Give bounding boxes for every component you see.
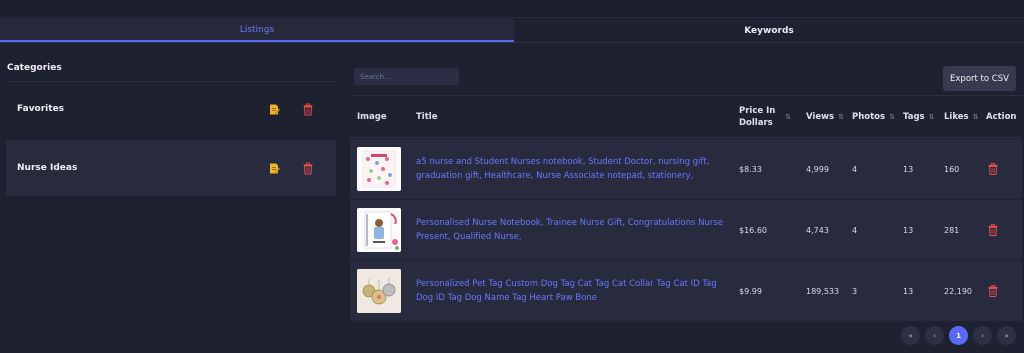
views-cell: 4,743 — [806, 225, 829, 235]
category-item-nurse-ideas[interactable]: Nurse Ideas — [6, 140, 336, 196]
likes-cell: 281 — [944, 225, 960, 235]
edit-icon[interactable] — [268, 162, 280, 175]
tags-cell: 13 — [903, 164, 914, 174]
photos-cell: 3 — [852, 286, 858, 296]
page-button-current[interactable]: 1 — [949, 326, 968, 345]
price-cell: $9.99 — [739, 286, 762, 296]
sort-icon: ⇅ — [928, 112, 935, 121]
edit-icon[interactable] — [268, 103, 280, 116]
listing-title-link[interactable]: Personalised Nurse Notebook, Trainee Nur… — [416, 216, 736, 244]
header-tags[interactable]: Tags ⇅ — [903, 96, 934, 137]
sort-icon: ⇅ — [838, 112, 844, 121]
product-thumbnail[interactable] — [357, 147, 401, 191]
category-actions — [268, 103, 314, 116]
header-photos[interactable]: Photos ⇅ — [852, 96, 895, 137]
category-label: Nurse Ideas — [17, 163, 78, 173]
table-row: Personalised Nurse Notebook, Trainee Nur… — [350, 200, 1022, 260]
listing-title-link[interactable]: a5 nurse and Student Nurses notebook, St… — [416, 155, 736, 183]
prev-page-button[interactable]: ‹ — [925, 326, 944, 345]
category-actions — [268, 162, 314, 175]
pagination: « ‹ 1 › » — [901, 326, 1016, 345]
listing-title-link[interactable]: Personalized Pet Tag Custom Dog Tag Cat … — [416, 277, 736, 305]
header-image: Image — [357, 111, 387, 122]
product-thumbnail[interactable] — [357, 208, 401, 252]
header-price[interactable]: Price In Dollars ⇅ — [739, 96, 795, 137]
categories-title: Categories — [6, 62, 336, 82]
header-title[interactable]: Title — [416, 96, 437, 137]
views-cell: 4,999 — [806, 164, 829, 174]
likes-cell: 160 — [944, 164, 960, 174]
photos-cell: 4 — [852, 164, 858, 174]
first-page-button[interactable]: « — [901, 326, 920, 345]
table-row: a5 nurse and Student Nurses notebook, St… — [350, 139, 1022, 199]
tags-cell: 13 — [903, 286, 914, 296]
category-label: Favorites — [17, 104, 65, 114]
sort-icon: ⇅ — [889, 112, 895, 121]
table-header: Image Title Price In Dollars ⇅ Views ⇅ Pho… — [350, 95, 1022, 138]
tab-bar: Listings Keywords — [0, 19, 1024, 43]
views-cell: 189,533 — [806, 286, 840, 296]
table-row: Personalized Pet Tag Custom Dog Tag Cat … — [350, 261, 1022, 321]
sort-icon: ⇅ — [785, 112, 791, 121]
trash-icon[interactable] — [987, 285, 999, 298]
trash-icon[interactable] — [302, 162, 314, 175]
listings-table: Image Title Price In Dollars ⇅ Views ⇅ Pho… — [350, 95, 1022, 321]
trash-icon[interactable] — [987, 224, 999, 237]
trash-icon[interactable] — [987, 163, 999, 176]
tab-keywords[interactable]: Keywords — [514, 19, 1024, 42]
category-item-favorites[interactable]: Favorites — [6, 83, 336, 135]
likes-cell: 22,190 — [944, 286, 972, 296]
product-thumbnail[interactable] — [357, 269, 401, 313]
trash-icon[interactable] — [302, 103, 314, 116]
header-views[interactable]: Views ⇅ — [806, 96, 844, 137]
header-action: Action — [986, 111, 1017, 122]
top-bar — [0, 0, 1024, 18]
tab-listings[interactable]: Listings — [0, 19, 514, 42]
price-cell: $8.33 — [739, 164, 762, 174]
tags-cell: 13 — [903, 225, 914, 235]
last-page-button[interactable]: » — [997, 326, 1016, 345]
search-input[interactable] — [354, 68, 459, 85]
header-likes[interactable]: Likes ⇅ — [944, 96, 978, 137]
photos-cell: 4 — [852, 225, 858, 235]
sort-icon: ⇅ — [972, 112, 979, 121]
categories-panel: Categories Favorites Nurse Ideas — [6, 62, 336, 196]
export-csv-button[interactable]: Export to CSV — [943, 66, 1016, 91]
next-page-button[interactable]: › — [973, 326, 992, 345]
price-cell: $16.60 — [739, 225, 767, 235]
